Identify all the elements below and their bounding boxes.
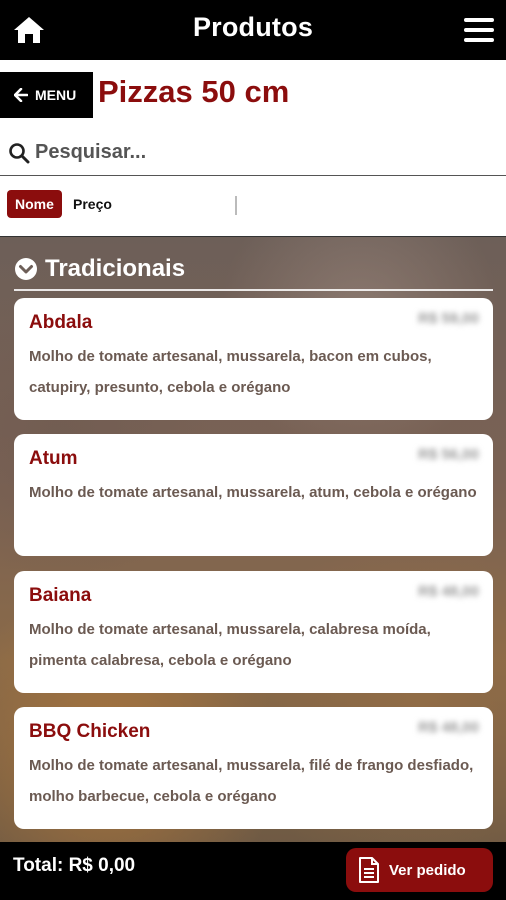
- view-order-label: Ver pedido: [389, 861, 466, 879]
- hamburger-menu-icon[interactable]: [464, 18, 494, 44]
- product-card[interactable]: Atum R$ 56,00 Molho de tomate artesanal,…: [14, 434, 493, 556]
- category-title: Pizzas 50 cm: [98, 74, 290, 109]
- view-order-button[interactable]: Ver pedido: [346, 848, 493, 892]
- product-name: Abdala: [29, 312, 93, 333]
- product-description: Molho de tomate artesanal, mussarela, fi…: [29, 757, 474, 805]
- product-name: BBQ Chicken: [29, 721, 151, 742]
- product-list[interactable]: Tradicionais Abdala R$ 59,00 Molho de to…: [0, 237, 506, 842]
- back-to-menu-button[interactable]: MENU: [0, 72, 93, 118]
- product-price: R$ 48,00: [418, 583, 479, 600]
- arrow-left-icon: [14, 88, 28, 102]
- product-description: Molho de tomate artesanal, mussarela, ca…: [29, 621, 431, 669]
- section-title: Tradicionais: [45, 255, 186, 282]
- order-total: Total: R$ 0,00: [13, 855, 136, 876]
- product-card[interactable]: Baiana R$ 48,00 Molho de tomate artesana…: [14, 571, 493, 693]
- document-icon: [359, 857, 379, 883]
- sort-divider: [235, 196, 237, 215]
- bottom-bar: Total: R$ 0,00 Ver pedido: [0, 842, 506, 900]
- sort-bar: Nome Preço: [0, 177, 506, 237]
- chevron-down-circle-icon: [15, 258, 37, 280]
- product-card[interactable]: BBQ Chicken R$ 48,00 Molho de tomate art…: [14, 707, 493, 829]
- section-header[interactable]: Tradicionais: [14, 249, 493, 291]
- product-description: Molho de tomate artesanal, mussarela, ba…: [29, 348, 432, 396]
- product-price: R$ 59,00: [418, 310, 479, 327]
- sort-by-name-button[interactable]: Nome: [7, 190, 62, 218]
- search-bar: [0, 130, 506, 176]
- top-bar: Produtos: [0, 0, 506, 60]
- search-icon: [9, 142, 30, 163]
- back-button-label: MENU: [35, 87, 77, 103]
- product-name: Atum: [29, 448, 78, 469]
- product-card[interactable]: Abdala R$ 59,00 Molho de tomate artesana…: [14, 298, 493, 420]
- product-name: Baiana: [29, 585, 92, 606]
- product-price: R$ 48,00: [418, 719, 479, 736]
- product-price: R$ 56,00: [418, 446, 479, 463]
- product-description: Molho de tomate artesanal, mussarela, at…: [29, 484, 477, 501]
- page-header-title: Produtos: [192, 12, 314, 42]
- search-input[interactable]: [35, 141, 475, 164]
- sort-by-price-button[interactable]: Preço: [73, 196, 112, 212]
